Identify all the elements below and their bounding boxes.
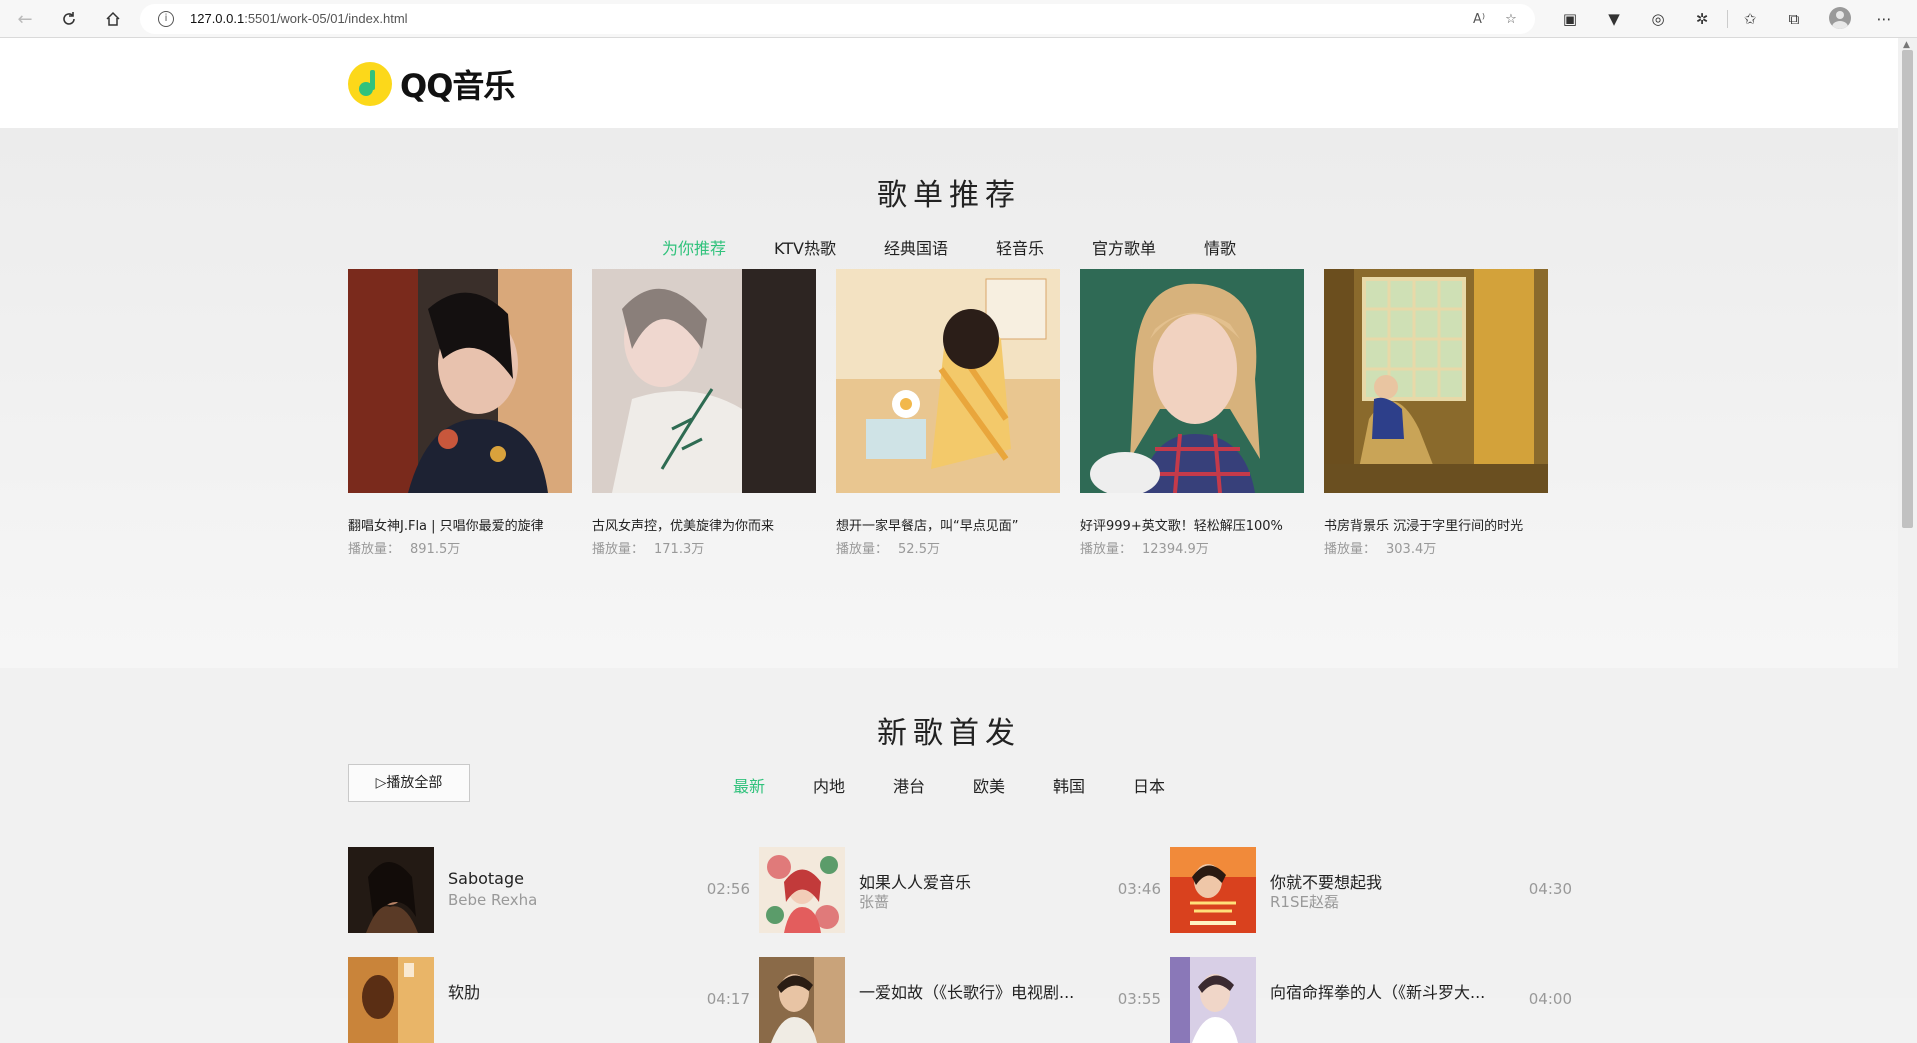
more-menu-icon[interactable]: ⋯ [1873,8,1895,30]
playlist-cover-image[interactable] [836,269,1060,493]
song-cover-image[interactable] [348,957,434,1043]
extension-icon[interactable]: ▣ [1559,8,1581,30]
song-duration: 03:46 [1117,880,1161,898]
song-cover-image[interactable] [1170,957,1256,1043]
back-button[interactable]: ← [12,6,38,32]
new-songs-section: 新歌首发 ▷播放全部 最新 内地 港台 欧美 韩国 日本 Sabotage Be… [0,668,1898,1043]
playlist-title[interactable]: 翻唱女神J.Fla | 只唱你最爱的旋律 [348,515,572,534]
vue-devtools-icon[interactable]: ▼ [1603,8,1625,30]
extension-ghost-icon[interactable]: ◎ [1647,8,1669,30]
song-cover-image[interactable] [759,847,845,933]
song-title[interactable]: 一爱如故（《长歌行》电视剧... [859,979,1074,1003]
playlist-title[interactable]: 好评999+英文歌！轻松解压100% [1080,515,1304,534]
logo-text: QQ音乐 [400,67,515,105]
toolbar-divider [1727,10,1728,28]
add-favorite-icon[interactable]: ☆ [1500,8,1522,30]
new-songs-tabs: 最新 内地 港台 欧美 韩国 日本 [0,773,1898,797]
home-icon [106,11,120,26]
playlist-section: 歌单推荐 为你推荐 KTV热歌 经典国语 轻音乐 官方歌单 情歌 翻唱女神J.F… [0,128,1898,668]
tab-ktv-hits[interactable]: KTV热歌 [774,235,836,259]
song-artist[interactable]: 张蔷 [859,891,889,912]
collections-icon[interactable]: ⧉ [1783,8,1805,30]
new-songs-section-title: 新歌首发 [877,716,1021,751]
site-header: QQ音乐 [0,38,1898,128]
page-scrollbar[interactable]: ▲ [1898,38,1917,998]
playlist-play-count: 播放量： 891.5万 [348,542,461,557]
favorites-icon[interactable]: ✩ [1739,8,1761,30]
song-duration: 04:00 [1528,990,1572,1008]
tab-official-playlists[interactable]: 官方歌单 [1092,235,1156,259]
tab-western[interactable]: 欧美 [973,773,1005,797]
music-note-logo-icon [348,62,392,106]
read-aloud-icon[interactable]: A⁾ [1468,8,1490,30]
playlist-card[interactable]: 好评999+英文歌！轻松解压100% 播放量： 12394.9万 [1080,269,1304,557]
playlist-card[interactable]: 翻唱女神J.Fla | 只唱你最爱的旋律 播放量： 891.5万 [348,269,572,557]
playlist-play-count: 播放量： 12394.9万 [1080,542,1209,557]
address-bar[interactable]: i 127.0.0.1:5501/work-05/01/index.html A… [140,4,1535,34]
qq-music-logo[interactable]: QQ音乐 [348,62,515,106]
song-title[interactable]: 你就不要想起我 [1270,869,1382,893]
song-duration: 03:55 [1117,990,1161,1008]
tab-hk-tw[interactable]: 港台 [893,773,925,797]
song-item[interactable]: 你就不要想起我 R1SE赵磊 04:30 [1170,847,1572,933]
song-title[interactable]: 软肋 [448,979,480,1003]
song-cover-image[interactable] [759,957,845,1043]
playlist-card[interactable]: 想开一家早餐店，叫“早点见面” 播放量： 52.5万 [836,269,1060,557]
song-cover-image[interactable] [1170,847,1256,933]
extensions-puzzle-icon[interactable]: ✲ [1691,8,1713,30]
home-button[interactable] [100,6,126,32]
profile-avatar[interactable] [1829,7,1851,29]
playlist-title[interactable]: 想开一家早餐店，叫“早点见面” [836,515,1060,534]
song-title[interactable]: 如果人人爱音乐 [859,869,971,893]
info-icon[interactable]: i [158,11,174,27]
song-duration: 04:17 [706,990,750,1008]
playlist-play-count: 播放量： 303.4万 [1324,542,1437,557]
song-item[interactable]: 如果人人爱音乐 张蔷 03:46 [759,847,1161,933]
playlist-play-count: 播放量： 171.3万 [592,542,705,557]
playlist-card[interactable]: 书房背景乐 沉浸于字里行间的时光 播放量： 303.4万 [1324,269,1548,557]
song-cover-image[interactable] [348,847,434,933]
song-item[interactable]: 软肋 04:17 [348,957,750,1043]
tab-love-songs[interactable]: 情歌 [1204,235,1236,259]
reload-icon [63,12,75,25]
playlist-section-title: 歌单推荐 [877,178,1021,213]
playlist-tabs: 为你推荐 KTV热歌 经典国语 轻音乐 官方歌单 情歌 [0,235,1898,259]
tab-latest[interactable]: 最新 [733,773,765,797]
url-text: 127.0.0.1:5501/work-05/01/index.html [190,11,408,26]
song-duration: 04:30 [1528,880,1572,898]
song-duration: 02:56 [706,880,750,898]
reload-button[interactable] [56,6,82,32]
playlist-play-count: 播放量： 52.5万 [836,542,940,557]
browser-toolbar: ← i 127.0.0.1:5501/work-05/01/index.html… [0,0,1917,38]
song-item[interactable]: 向宿命挥拳的人（《新斗罗大... 04:00 [1170,957,1572,1043]
song-artist[interactable]: Bebe Rexha [448,891,537,909]
tab-japan[interactable]: 日本 [1133,773,1165,797]
song-artist[interactable]: R1SE赵磊 [1270,891,1339,912]
playlist-card[interactable]: 古风女声控，优美旋律为你而来 播放量： 171.3万 [592,269,816,557]
song-item[interactable]: Sabotage Bebe Rexha 02:56 [348,847,750,933]
scroll-up-arrow-icon[interactable]: ▲ [1903,40,1910,50]
tab-light-music[interactable]: 轻音乐 [996,235,1044,259]
playlist-cover-image[interactable] [1324,269,1548,493]
playlist-title[interactable]: 书房背景乐 沉浸于字里行间的时光 [1324,515,1548,534]
playlist-cover-image[interactable] [348,269,572,493]
tab-recommended[interactable]: 为你推荐 [662,235,726,259]
tab-classic-mandarin[interactable]: 经典国语 [884,235,948,259]
playlist-title[interactable]: 古风女声控，优美旋律为你而来 [592,515,816,534]
playlist-cover-image[interactable] [592,269,816,493]
song-title[interactable]: Sabotage [448,869,524,888]
song-title[interactable]: 向宿命挥拳的人（《新斗罗大... [1270,979,1485,1003]
playlist-cover-image[interactable] [1080,269,1304,496]
scrollbar-thumb[interactable] [1902,50,1913,528]
tab-korea[interactable]: 韩国 [1053,773,1085,797]
tab-mainland[interactable]: 内地 [813,773,845,797]
song-item[interactable]: 一爱如故（《长歌行》电视剧... 03:55 [759,957,1161,1043]
